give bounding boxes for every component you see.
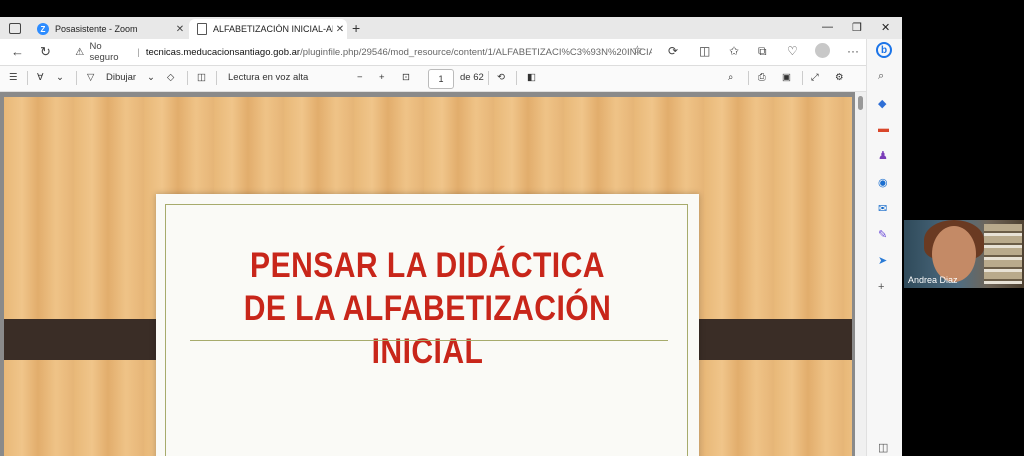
page-total: de 62 — [460, 72, 484, 83]
vertical-scrollbar[interactable] — [855, 92, 866, 456]
close-tab-icon[interactable]: ✕ — [173, 24, 187, 35]
participant-video[interactable]: Andrea Diaz — [904, 220, 1024, 288]
extensions-icon[interactable]: ⟳ — [668, 44, 678, 58]
divider — [488, 71, 489, 85]
divider — [748, 71, 749, 85]
tab-title: ALFABETIZACIÓN INICIAL-ABOR — [213, 24, 333, 34]
left-plank — [4, 319, 176, 360]
warning-icon: ⚠ — [75, 46, 85, 58]
document-icon — [197, 23, 207, 35]
highlight-icon[interactable]: ∀ — [37, 72, 44, 83]
close-tab-icon[interactable]: ✕ — [333, 24, 347, 35]
more-options-icon[interactable]: ··· — [847, 44, 859, 58]
bing-copilot-icon[interactable]: b — [876, 42, 892, 58]
sidebar-toggle-icon[interactable]: ◫ — [878, 441, 888, 454]
zoom-icon: Z — [37, 23, 49, 35]
title-line-3: INICIAL — [371, 332, 484, 371]
new-tab-button[interactable]: + — [352, 20, 360, 36]
tab-bar: Z Posasistente - Zoom ✕ ALFABETIZACIÓN I… — [0, 17, 902, 39]
title-underline — [190, 340, 668, 341]
pdf-toolbar: ☰ ∀ ⌄ ▽ Dibujar ⌄ ◇ ◫ Lectura en voz alt… — [0, 66, 866, 92]
browser-window: Z Posasistente - Zoom ✕ ALFABETIZACIÓN I… — [0, 17, 902, 456]
tools-icon[interactable]: ▬ — [878, 123, 889, 135]
minimize-button[interactable]: — — [822, 21, 833, 33]
tab-actions-icon[interactable] — [9, 23, 21, 34]
refresh-button[interactable]: ↻ — [40, 44, 51, 60]
restore-button[interactable]: ❐ — [852, 21, 862, 34]
profile-avatar[interactable] — [815, 43, 830, 58]
url-path: /pluginfile.php/29546/mod_resource/conte… — [300, 46, 652, 58]
settings-gear-icon[interactable]: ⚙ — [835, 72, 844, 83]
search-icon[interactable]: ⌕ — [878, 70, 884, 83]
split-screen-icon[interactable]: ◫ — [699, 44, 710, 58]
participant-face — [932, 226, 976, 282]
fullscreen-icon[interactable]: ⤢ — [811, 72, 819, 83]
close-window-button[interactable]: ✕ — [881, 21, 890, 34]
url-field[interactable]: ⚠ No seguro | tecnicas.meducacionsantiag… — [70, 41, 652, 63]
draw-icon[interactable]: ▽ — [87, 72, 94, 83]
fit-page-icon[interactable]: ⊡ — [402, 72, 410, 83]
games-icon[interactable]: ♟ — [878, 149, 888, 162]
outlook-icon[interactable]: ✉ — [878, 202, 887, 215]
divider — [76, 71, 77, 85]
title-card: PENSAR LA DIDÁCTICA DE LA ALFABETIZACIÓN… — [156, 194, 699, 456]
security-label: No seguro — [89, 41, 119, 63]
tab-pdf[interactable]: ALFABETIZACIÓN INICIAL-ABOR ✕ — [189, 19, 347, 39]
tab-title: Posasistente - Zoom — [55, 24, 138, 34]
designer-icon[interactable]: ✎ — [878, 228, 887, 241]
pdf-viewer[interactable]: PENSAR LA DIDÁCTICA DE LA ALFABETIZACIÓN… — [0, 92, 855, 456]
chevron-down-icon[interactable]: ⌄ — [56, 72, 64, 83]
right-plank — [680, 319, 852, 360]
back-button[interactable]: ← — [11, 44, 24, 59]
url-separator: | — [137, 46, 140, 58]
print-icon[interactable]: ⎙ — [758, 72, 766, 83]
add-icon[interactable]: + — [878, 281, 884, 293]
page-view-icon[interactable]: ◧ — [527, 72, 536, 83]
page-number-input[interactable]: 1 — [428, 69, 454, 89]
favorites-icon[interactable]: ✩ — [729, 44, 739, 58]
slide-background: PENSAR LA DIDÁCTICA DE LA ALFABETIZACIÓN… — [4, 97, 852, 456]
edge-sidebar: b ⌕ ◆ ▬ ♟ ◉ ✉ ✎ ➤ + ◫ — [866, 39, 902, 456]
divider — [802, 71, 803, 85]
bookshelf — [984, 224, 1022, 284]
divider — [216, 71, 217, 85]
address-bar-row: ← ↻ ⚠ No seguro | tecnicas.meducacionsan… — [0, 39, 902, 66]
collections-icon[interactable]: ⧉ — [758, 44, 767, 59]
tab-zoom[interactable]: Z Posasistente - Zoom ✕ — [31, 19, 187, 39]
slide-title: PENSAR LA DIDÁCTICA DE LA ALFABETIZACIÓN… — [194, 244, 661, 373]
browser-essentials-icon[interactable]: ♡ — [787, 44, 798, 58]
chevron-down-icon[interactable]: ⌄ — [147, 72, 155, 83]
save-icon[interactable]: ▣ — [782, 72, 791, 83]
scrollbar-thumb[interactable] — [858, 96, 863, 110]
drop-icon[interactable]: ➤ — [878, 254, 887, 267]
eraser-icon[interactable]: ◇ — [167, 72, 174, 83]
zoom-out-button[interactable]: − — [357, 72, 363, 83]
title-line-2: DE LA ALFABETIZACIÓN — [243, 289, 612, 328]
divider — [516, 71, 517, 85]
divider — [27, 71, 28, 85]
search-icon[interactable]: ⌕ — [728, 72, 733, 83]
title-line-1: PENSAR LA DIDÁCTICA — [250, 246, 605, 285]
favorite-star-icon[interactable]: ☆ — [632, 43, 643, 57]
draw-button[interactable]: Dibujar — [106, 72, 136, 83]
divider — [187, 71, 188, 85]
rotate-icon[interactable]: ⟲ — [497, 72, 505, 83]
microsoft-365-icon[interactable]: ◉ — [878, 176, 888, 189]
read-aloud-button[interactable]: Lectura en voz alta — [228, 72, 308, 83]
contents-icon[interactable]: ☰ — [9, 72, 18, 83]
participant-name: Andrea Diaz — [908, 275, 958, 285]
zoom-in-button[interactable]: + — [379, 72, 385, 83]
shopping-tag-icon[interactable]: ◆ — [878, 97, 886, 110]
url-host: tecnicas.meducacionsantiago.gob.ar — [145, 46, 301, 58]
view-icon[interactable]: ◫ — [197, 72, 206, 83]
